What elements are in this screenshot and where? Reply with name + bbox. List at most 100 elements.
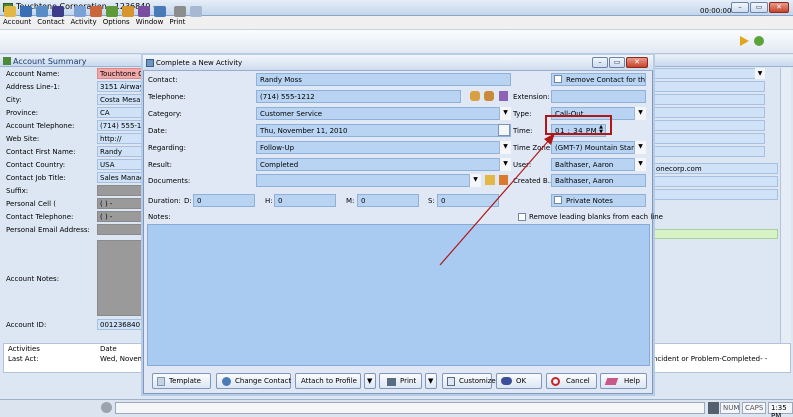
- telephone-field[interactable]: (714) 555-1212: [256, 90, 461, 103]
- dialog-restore-button[interactable]: ▭: [609, 57, 625, 68]
- minimize-button[interactable]: –: [731, 2, 749, 13]
- print-button[interactable]: Print: [379, 373, 422, 389]
- account-field-value[interactable]: [97, 185, 143, 196]
- contacts-icon[interactable]: [36, 6, 48, 17]
- remove-contact-check[interactable]: [554, 75, 562, 83]
- timezone-dropdown-icon[interactable]: ▼: [634, 141, 646, 154]
- account-field-value[interactable]: 3151 Airway A: [97, 81, 143, 92]
- account-field-label: Address Line-1:: [6, 83, 61, 91]
- edit-icon[interactable]: [138, 6, 150, 17]
- right-field-5[interactable]: [653, 120, 765, 131]
- account-field-label: Web Site:: [6, 135, 40, 143]
- activity-description: ncident or Problem-Completed- -: [653, 355, 768, 363]
- result-label: Result:: [148, 161, 172, 169]
- account-field-value[interactable]: ( ) -: [97, 198, 143, 209]
- duration-hours-label: H:: [265, 197, 273, 205]
- duration-days-field[interactable]: 0: [193, 194, 255, 207]
- duration-minutes-field[interactable]: 0: [357, 194, 419, 207]
- menu-window[interactable]: Window: [133, 16, 167, 26]
- checklist-icon[interactable]: [74, 6, 86, 17]
- menu-contact[interactable]: Contact: [34, 16, 67, 26]
- num-lock-indicator: NUM: [720, 402, 740, 414]
- open-folder-icon[interactable]: [4, 6, 16, 17]
- account-field-value[interactable]: [97, 224, 143, 235]
- book-icon[interactable]: [154, 6, 166, 17]
- right-field-1[interactable]: [653, 68, 765, 79]
- phone-icon[interactable]: [90, 6, 102, 17]
- date-label: Date:: [148, 127, 168, 135]
- account-field-value[interactable]: http://: [97, 133, 143, 144]
- account-field-label: Province:: [6, 109, 39, 117]
- right-field-6[interactable]: [653, 133, 765, 144]
- account-notes-field[interactable]: [97, 240, 143, 316]
- account-field-value[interactable]: Sales Manage: [97, 172, 143, 183]
- menu-activity[interactable]: Activity: [68, 16, 100, 26]
- dialog-minimize-button[interactable]: –: [592, 57, 608, 68]
- category-label: Category:: [148, 110, 182, 118]
- right-field-3[interactable]: [653, 94, 765, 105]
- user-dropdown-icon[interactable]: ▼: [634, 158, 646, 171]
- last-act-label: Last Act:: [8, 355, 39, 363]
- contact-field[interactable]: Randy Moss: [256, 73, 511, 86]
- notes-textarea[interactable]: [147, 224, 650, 366]
- phone-dial-icon[interactable]: [470, 91, 480, 101]
- menu-print[interactable]: Print: [166, 16, 188, 26]
- phone-list-icon[interactable]: [499, 91, 508, 101]
- account-field-value[interactable]: Costa Mesa: [97, 94, 143, 105]
- extension-field[interactable]: [551, 90, 646, 103]
- printer-icon[interactable]: [174, 6, 186, 17]
- account-field-value[interactable]: Randy: [97, 146, 143, 157]
- menu-options[interactable]: Options: [100, 16, 133, 26]
- phone-settings-icon[interactable]: [484, 91, 494, 101]
- category-dropdown-icon[interactable]: ▼: [499, 107, 511, 120]
- cancel-icon: [551, 377, 560, 386]
- users-icon[interactable]: [52, 6, 64, 17]
- panel-title: Account Summary: [13, 57, 87, 66]
- account-field-value[interactable]: USA: [97, 159, 143, 170]
- duration-hours-field[interactable]: 0: [274, 194, 336, 207]
- right-field-7[interactable]: [653, 146, 765, 157]
- menu-account[interactable]: Account: [0, 16, 34, 26]
- contact-label: Contact:: [148, 76, 178, 84]
- account-field-value[interactable]: ( ) -: [97, 211, 143, 222]
- type-dropdown-icon[interactable]: ▼: [634, 107, 646, 120]
- right-dropdown-1[interactable]: ▼: [755, 68, 765, 79]
- category-select[interactable]: Customer Service: [256, 107, 511, 120]
- close-button[interactable]: ✕: [769, 2, 789, 13]
- activities-tab[interactable]: Activities: [8, 345, 40, 353]
- right-field-4[interactable]: [653, 107, 765, 118]
- dialog-icon: [146, 59, 154, 67]
- customize-icon: [447, 377, 455, 386]
- menu-bar: Account Contact Activity Options Window Print: [0, 16, 793, 30]
- account-id-label: Account ID:: [6, 321, 47, 329]
- note-icon[interactable]: [122, 6, 134, 17]
- right-field-2[interactable]: [653, 81, 765, 92]
- calendar-icon[interactable]: [106, 6, 118, 17]
- account-field-label: Contact First Name:: [6, 148, 76, 156]
- print-dropdown-button[interactable]: ▼: [425, 373, 437, 389]
- ok-icon: [501, 377, 512, 385]
- refresh-icon[interactable]: [754, 36, 764, 46]
- right-field-9[interactable]: [653, 189, 778, 200]
- account-field-label: Contact Telephone:: [6, 213, 74, 221]
- document-icon[interactable]: [190, 6, 202, 17]
- remove-contact-checkbox[interactable]: Remove Contact for th...: [551, 73, 646, 86]
- caps-lock-indicator: CAPS: [742, 402, 766, 414]
- duration-minutes-label: M:: [346, 197, 355, 205]
- bottle-icon[interactable]: [20, 6, 32, 17]
- account-id-field: 001236840: [97, 319, 143, 330]
- status-message-area: [115, 402, 705, 414]
- attach-to-profile-button[interactable]: Attach to Profile: [295, 373, 361, 389]
- account-field-label: City:: [6, 96, 22, 104]
- account-field-value[interactable]: CA: [97, 107, 143, 118]
- account-field-value[interactable]: (714) 555-12: [97, 120, 143, 131]
- attach-dropdown-button[interactable]: ▼: [364, 373, 376, 389]
- duration-label: Duration:: [148, 197, 181, 205]
- account-field-value[interactable]: Touchtone Co: [97, 68, 143, 79]
- right-field-8[interactable]: [653, 176, 778, 187]
- right-email-field[interactable]: onecorp.com: [653, 163, 778, 174]
- restore-button[interactable]: ▭: [750, 2, 768, 13]
- extension-label: Extension:: [513, 93, 550, 101]
- vertical-scrollbar[interactable]: [780, 68, 791, 343]
- dialog-close-button[interactable]: ✕: [626, 57, 648, 68]
